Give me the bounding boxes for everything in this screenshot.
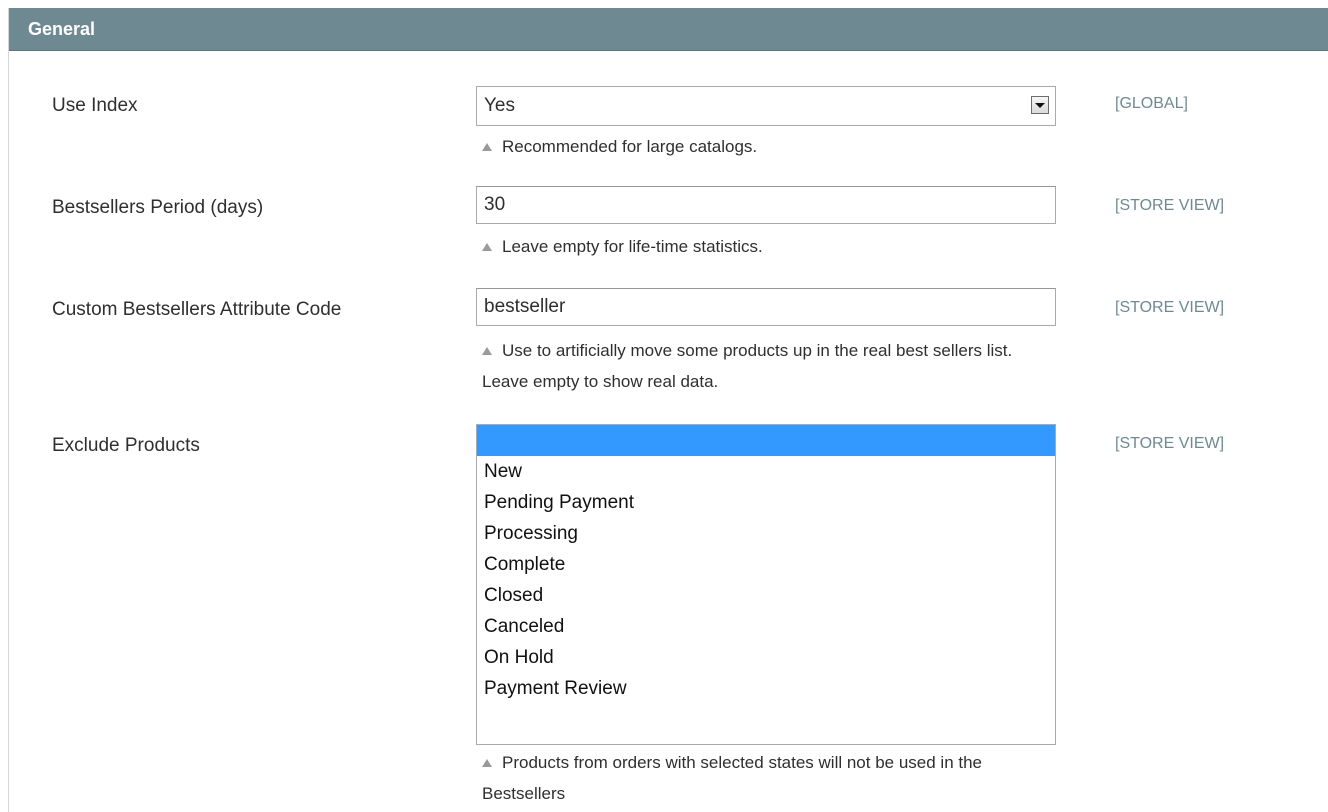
exclude-products-option[interactable]: Pending Payment bbox=[477, 487, 1055, 518]
exclude-products-option[interactable]: Complete bbox=[477, 549, 1055, 580]
section-header[interactable]: General bbox=[9, 8, 1328, 51]
use-index-selected-value: Yes bbox=[484, 95, 515, 116]
use-index-scope: [GLOBAL] bbox=[1115, 95, 1188, 112]
custom-attribute-note: Use to artificially move some products u… bbox=[482, 335, 1042, 397]
exclude-products-option[interactable] bbox=[477, 425, 1055, 456]
use-index-select[interactable]: Yes bbox=[476, 86, 1056, 126]
use-index-label: Use Index bbox=[52, 95, 138, 116]
custom-attribute-label: Custom Bestsellers Attribute Code bbox=[52, 299, 342, 320]
use-index-note-text: Recommended for large catalogs. bbox=[502, 137, 758, 156]
bestsellers-period-note-text: Leave empty for life-time statistics. bbox=[502, 237, 763, 256]
exclude-products-multiselect[interactable]: New Pending Payment Processing Complete Clos… bbox=[476, 424, 1056, 745]
exclude-products-label: Exclude Products bbox=[52, 435, 200, 456]
bestsellers-period-input[interactable] bbox=[476, 186, 1056, 224]
exclude-products-option[interactable]: Closed bbox=[477, 580, 1055, 611]
triangle-up-icon bbox=[482, 347, 492, 355]
use-index-note: Recommended for large catalogs. bbox=[482, 131, 1042, 162]
exclude-products-option[interactable]: On Hold bbox=[477, 642, 1055, 673]
section-title: General bbox=[28, 19, 96, 39]
bestsellers-period-note: Leave empty for life-time statistics. bbox=[482, 231, 1042, 262]
exclude-products-option[interactable]: Processing bbox=[477, 518, 1055, 549]
exclude-products-scope: [STORE VIEW] bbox=[1115, 435, 1225, 452]
config-section-general: General Use Index Yes Recommended for la… bbox=[8, 8, 1328, 812]
exclude-products-note: Products from orders with selected state… bbox=[482, 747, 1042, 809]
exclude-products-note-text: Products from orders with selected state… bbox=[482, 753, 983, 803]
triangle-up-icon bbox=[482, 243, 492, 251]
bestsellers-period-label: Bestsellers Period (days) bbox=[52, 197, 264, 218]
chevron-down-icon[interactable] bbox=[1031, 96, 1049, 114]
custom-attribute-note-text: Use to artificially move some products u… bbox=[482, 341, 1013, 391]
bestsellers-period-scope: [STORE VIEW] bbox=[1115, 197, 1225, 214]
custom-attribute-scope: [STORE VIEW] bbox=[1115, 299, 1225, 316]
exclude-products-option[interactable]: Canceled bbox=[477, 611, 1055, 642]
custom-attribute-input[interactable] bbox=[476, 288, 1056, 326]
exclude-products-option[interactable]: Payment Review bbox=[477, 673, 1055, 704]
triangle-up-icon bbox=[482, 143, 492, 151]
exclude-products-option[interactable]: New bbox=[477, 456, 1055, 487]
triangle-up-icon bbox=[482, 759, 492, 767]
